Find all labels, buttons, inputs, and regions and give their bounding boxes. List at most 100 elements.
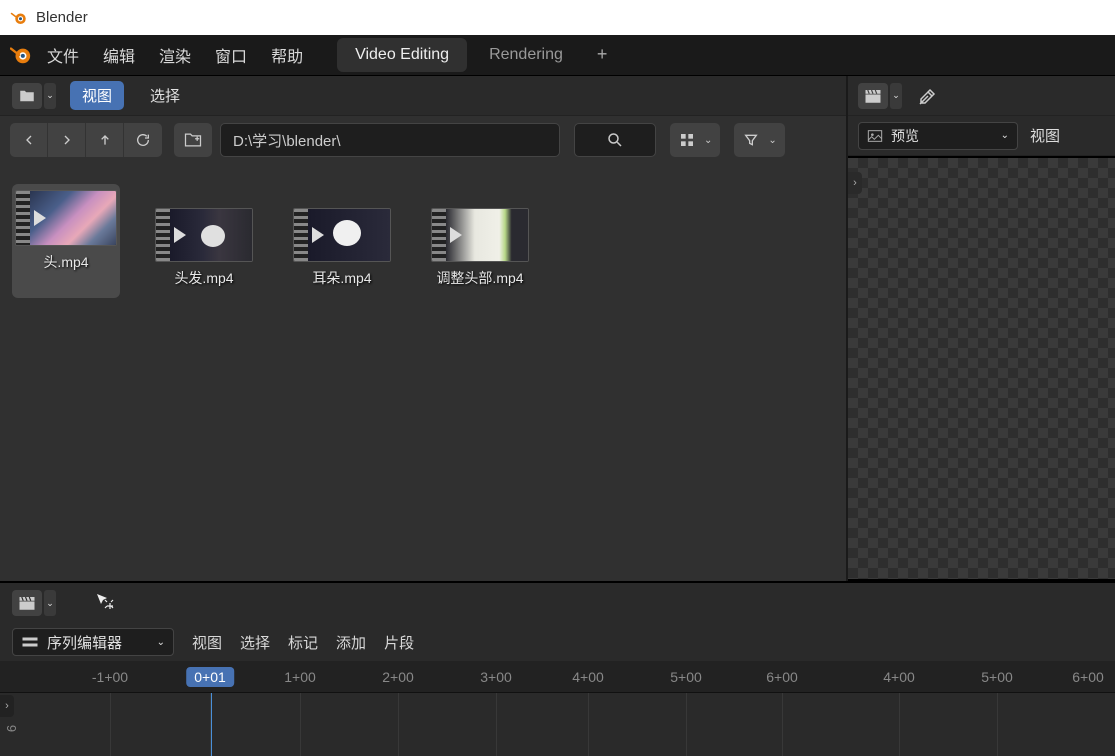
preview-header: ⌄ — [848, 76, 1115, 116]
panel-expand-handle[interactable]: › — [0, 695, 14, 717]
chevron-down-icon: ⌄ — [700, 135, 716, 146]
timeline-tick: 4+00 — [572, 669, 604, 685]
file-thumbnail — [15, 190, 117, 246]
tab-video-editing[interactable]: Video Editing — [337, 38, 467, 72]
sequencer-menubar: 序列编辑器 ⌄ 视图 选择 标记 添加 片段 — [0, 623, 1115, 661]
gridline — [110, 693, 111, 756]
timeline-tick: -1+00 — [92, 669, 128, 685]
sequencer-timeline-ruler[interactable]: 0+01 -1+001+002+003+004+005+006+004+005+… — [0, 661, 1115, 693]
blender-logo-icon — [10, 9, 28, 27]
window-title: Blender — [36, 9, 88, 26]
display-mode-selector[interactable]: ⌄ — [670, 123, 720, 157]
nav-forward-button[interactable] — [48, 123, 86, 157]
file-browser-toolbar: ⌄ ⌄ — [0, 116, 846, 164]
seq-menu-add[interactable]: 添加 — [336, 632, 366, 653]
window-titlebar: Blender — [0, 0, 1115, 35]
file-name-label: 耳朵.mp4 — [312, 268, 371, 288]
sequencer-mode-label: 序列编辑器 — [47, 632, 122, 653]
seq-menu-strip[interactable]: 片段 — [384, 632, 414, 653]
timeline-tick: 2+00 — [382, 669, 414, 685]
editor-type-dropdown[interactable]: ⌄ — [44, 83, 56, 109]
preview-subheader: 预览 ⌄ 视图 — [848, 116, 1115, 156]
seq-menu-select[interactable]: 选择 — [240, 632, 270, 653]
filter-icon — [738, 127, 764, 153]
menu-file[interactable]: 文件 — [47, 43, 79, 67]
clapper-icon — [18, 595, 36, 611]
chevron-down-icon: ⌄ — [764, 135, 780, 146]
file-item[interactable]: 头.mp4 — [12, 184, 120, 298]
search-icon — [606, 131, 624, 149]
filter-button[interactable]: ⌄ — [734, 123, 784, 157]
nav-refresh-button[interactable] — [124, 123, 162, 157]
preview-viewport[interactable]: › — [848, 156, 1115, 581]
folder-icon — [18, 87, 36, 105]
sequencer-editor-selector[interactable] — [12, 590, 42, 616]
search-button[interactable] — [574, 123, 656, 157]
sequencer-mode-dropdown[interactable]: 序列编辑器 ⌄ — [12, 628, 174, 656]
gridline — [782, 693, 783, 756]
timeline-tick: 6+00 — [1072, 669, 1104, 685]
preview-mode-dropdown[interactable]: 预览 ⌄ — [858, 122, 1018, 150]
nav-back-button[interactable] — [10, 123, 48, 157]
panel-expand-handle[interactable]: › — [848, 172, 862, 194]
sequencer-topbar: ⌄ — [0, 583, 1115, 623]
channel-number: 6 — [4, 725, 19, 732]
editor-type-selector[interactable] — [12, 83, 42, 109]
workspace-tabs: Video Editing Rendering + — [337, 38, 619, 72]
eyedropper-icon — [916, 84, 940, 108]
tab-rendering[interactable]: Rendering — [471, 38, 581, 72]
cursor-tool-button[interactable] — [92, 591, 116, 615]
nav-up-button[interactable] — [86, 123, 124, 157]
gridline — [300, 693, 301, 756]
main-menubar: 文件 编辑 渲染 窗口 帮助 Video Editing Rendering + — [0, 35, 1115, 76]
image-icon — [867, 129, 883, 143]
chevron-down-icon: ⌄ — [1001, 130, 1009, 141]
menu-help[interactable]: 帮助 — [271, 43, 303, 67]
menu-render[interactable]: 渲染 — [159, 43, 191, 67]
view-mode-button[interactable]: 视图 — [70, 81, 124, 110]
gridline — [588, 693, 589, 756]
timeline-tick: 4+00 — [883, 669, 915, 685]
file-name-label: 头.mp4 — [43, 252, 88, 272]
select-menu[interactable]: 选择 — [138, 81, 192, 110]
file-item[interactable]: 调整头部.mp4 — [426, 184, 534, 298]
menu-window[interactable]: 窗口 — [215, 43, 247, 67]
file-thumbnail — [431, 208, 529, 262]
sequencer-icon — [21, 634, 39, 650]
nav-button-group — [10, 123, 162, 157]
eyedropper-button[interactable] — [916, 84, 940, 108]
preview-view-menu[interactable]: 视图 — [1030, 125, 1060, 146]
gridline — [899, 693, 900, 756]
new-folder-button[interactable] — [174, 123, 212, 157]
menu-edit[interactable]: 编辑 — [103, 43, 135, 67]
preview-editor-dropdown[interactable]: ⌄ — [890, 83, 902, 109]
file-browser-header: ⌄ 视图 选择 — [0, 76, 846, 116]
file-name-label: 调整头部.mp4 — [436, 268, 523, 288]
sequencer-editor-dropdown[interactable]: ⌄ — [44, 590, 56, 616]
seq-menu-marker[interactable]: 标记 — [288, 632, 318, 653]
path-input[interactable] — [220, 123, 560, 157]
chevron-down-icon: ⌄ — [157, 637, 165, 648]
preview-editor-selector[interactable] — [858, 83, 888, 109]
seq-menu-view[interactable]: 视图 — [192, 632, 222, 653]
file-item[interactable]: 头发.mp4 — [150, 184, 258, 298]
grid-view-icon — [674, 127, 700, 153]
gridline — [997, 693, 998, 756]
tab-add-button[interactable]: + — [585, 38, 620, 72]
playhead-indicator[interactable]: 0+01 — [186, 667, 234, 687]
sequencer-panel: ⌄ 序列编辑器 ⌄ 视图 选择 标记 添加 片段 0+01 -1+00 1+00 2… — [0, 581, 1115, 756]
sequencer-strips-area[interactable]: › 6 — [0, 693, 1115, 756]
timeline-tick: 3+00 — [480, 669, 512, 685]
timeline-tick: 5+00 — [670, 669, 702, 685]
file-browser-content[interactable]: 头.mp4 头发.mp4 耳朵.mp4 调整头部.mp4 — [0, 164, 846, 581]
timeline-tick: 6+00 — [766, 669, 798, 685]
timeline-tick: 1+00 — [284, 669, 316, 685]
clapper-icon — [864, 88, 882, 104]
file-item[interactable]: 耳朵.mp4 — [288, 184, 396, 298]
file-browser-panel: ⌄ 视图 选择 ⌄ — [0, 76, 848, 581]
gridline — [686, 693, 687, 756]
blender-icon[interactable] — [10, 44, 32, 66]
preview-panel: ⌄ 预览 ⌄ 视图 › — [848, 76, 1115, 581]
gridline — [398, 693, 399, 756]
cursor-move-icon — [92, 591, 116, 615]
